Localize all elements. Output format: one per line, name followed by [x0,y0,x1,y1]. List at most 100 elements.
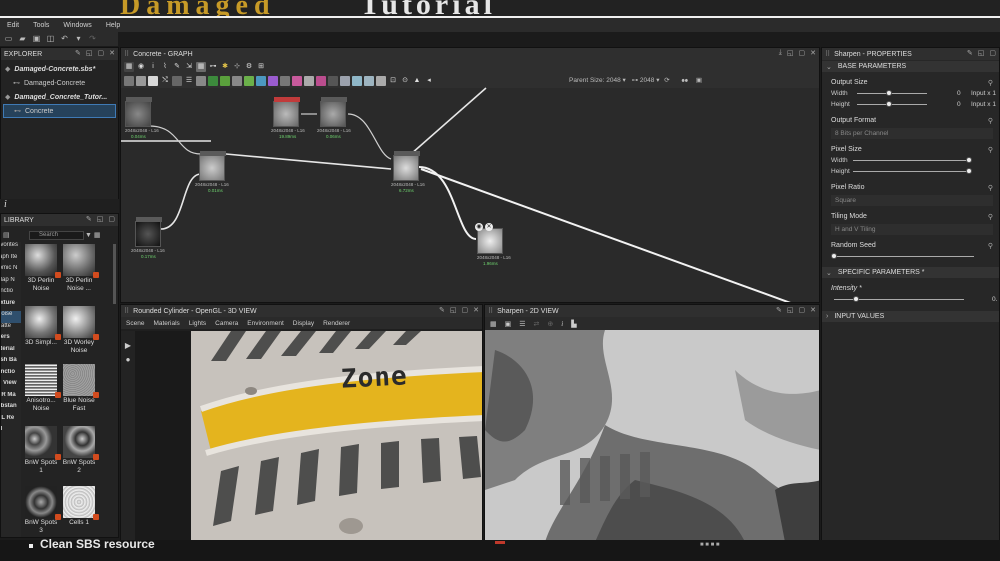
library-tile[interactable]: Cells 1 [61,486,99,527]
sharpen-node[interactable]: ◉ ✕ [475,223,503,254]
wrench-icon[interactable]: ⚙ [244,62,254,72]
link-param-icon[interactable]: ⚲ [988,117,993,125]
graph-node[interactable] [135,217,162,247]
library-search-input[interactable]: Search [29,231,84,240]
random-seed-slider[interactable] [834,256,974,257]
new-file-icon[interactable]: ▭ [4,35,13,43]
redo-icon[interactable]: ↷ [88,35,97,43]
category-item[interactable]: lters [1,334,21,346]
category-item[interactable]: unctio [1,288,21,300]
align-icon[interactable]: ⇲ [184,62,194,72]
category-item[interactable]: avorites [1,242,21,254]
slider-knob[interactable] [966,157,972,163]
drag-handle-icon[interactable]: ⠿ [124,50,129,58]
close-icon[interactable]: ✕ [485,223,493,231]
library-tile[interactable]: BnW Spots 1 [23,426,61,475]
category-item[interactable]: dl [1,426,21,438]
link-param-icon[interactable]: ⚲ [988,213,993,221]
library-tile[interactable]: Anisotro... Noise [23,364,61,413]
chevron-down-icon[interactable]: ▾ [74,35,83,43]
pixel-height-slider[interactable] [853,171,969,172]
frame-icon[interactable]: ▦ [124,62,134,72]
camera-icon[interactable]: ◉ [136,62,146,72]
menu-renderer[interactable]: Renderer [323,320,350,327]
library-scrollbar[interactable] [113,244,116,304]
menu-edit[interactable]: Edit [0,22,26,29]
3d-viewport[interactable]: Zone [191,331,482,540]
close-icon[interactable]: ✕ [109,49,115,57]
height-mode[interactable]: Input x 1 [971,99,996,110]
height-value[interactable]: 0 [957,99,961,110]
graph-node[interactable] [125,97,152,127]
menu-camera[interactable]: Camera [215,320,238,327]
pin-icon[interactable]: ✎ [439,306,445,314]
category-item-noise[interactable]: Noise [1,311,21,323]
menu-tools[interactable]: Tools [26,22,56,29]
tiling-mode-dropdown[interactable]: H and V Tiling [831,224,993,235]
category-item[interactable]: tomic N [1,265,21,277]
slider-knob[interactable] [831,253,837,259]
float-icon[interactable]: ◱ [787,49,794,57]
bookmark-icon[interactable]: ◉ [475,223,483,231]
float-icon[interactable]: ◱ [450,306,457,314]
download-icon[interactable]: ⤓ [779,49,782,57]
category-item[interactable]: Map N [1,277,21,289]
graph-node[interactable] [393,151,420,181]
category-item[interactable]: raph Ite [1,254,21,266]
drag-handle-icon[interactable]: ⠿ [488,307,493,315]
menu-windows[interactable]: Windows [56,22,98,29]
video-camera-icon[interactable]: ▶ [121,341,135,350]
intensity-value[interactable]: 0. [992,294,997,305]
maximize-icon[interactable]: ▢ [799,306,806,314]
float-icon[interactable]: ◱ [787,306,794,314]
pin-icon[interactable]: ✎ [967,49,973,57]
graph-node[interactable] [199,151,226,181]
input-values-section[interactable]: › INPUT VALUES [822,311,999,322]
2d-viewport[interactable] [485,330,819,540]
layers-icon[interactable]: ☰ [519,320,525,328]
explorer-item-package-2[interactable]: ◆ Damaged_Concrete_Tutor... [1,90,118,104]
close-icon[interactable]: ✕ [810,49,816,57]
library-tile[interactable]: 3D Simpl... [23,306,61,347]
slider-knob[interactable] [966,168,972,174]
maximize-icon[interactable]: ▢ [799,49,806,57]
info-icon[interactable]: i [148,62,158,72]
graph-canvas[interactable]: 2048x2048 - L16 0.04ms 2048x2048 - L16 0… [121,74,819,302]
library-tile[interactable]: 3D Perlin Noise [23,244,61,293]
pixel-ratio-dropdown[interactable]: Square [831,195,993,206]
link-param-icon[interactable]: ⚲ [988,79,993,87]
menu-lights[interactable]: Lights [189,320,206,327]
output-height-slider[interactable] [857,104,927,105]
category-item[interactable]: D View [1,380,21,392]
float-icon[interactable]: ◱ [978,49,985,57]
channels-icon[interactable]: ⇄ [534,320,540,328]
histogram-icon[interactable]: ▙ [571,320,576,328]
drag-handle-icon[interactable]: ⠿ [124,307,129,315]
base-parameters-section[interactable]: ⌄ BASE PARAMETERS [822,61,999,72]
save-icon[interactable]: ▣ [32,35,41,43]
menu-scene[interactable]: Scene [126,320,144,327]
menu-help[interactable]: Help [99,22,127,29]
category-item[interactable]: exture [1,300,21,312]
link-param-icon[interactable]: ⚲ [988,184,993,192]
close-icon[interactable]: ✕ [473,306,479,314]
category-item[interactable]: aterial [1,346,21,358]
funnel-icon[interactable]: ▼ ▦ [85,231,101,239]
output-width-slider[interactable] [857,93,927,94]
explorer-item-package-1[interactable]: ◆ Damaged-Concrete.sbs* [1,62,118,76]
menu-materials[interactable]: Materials [153,320,179,327]
menu-display[interactable]: Display [293,320,314,327]
pin-icon[interactable]: ✎ [75,49,81,57]
filter-icon[interactable]: ▤ [3,231,10,239]
zoom-icon[interactable]: ⊕ [547,320,553,328]
curve-icon[interactable]: ⌇ [160,62,170,72]
frame-tool-icon[interactable]: ⊹ [232,62,242,72]
menu-environment[interactable]: Environment [247,320,284,327]
link-param-icon[interactable]: ⚲ [988,242,993,250]
comment-icon[interactable]: ✱ [220,62,230,72]
width-mode[interactable]: Input x 1 [971,88,996,99]
library-tile[interactable]: BnW Spots 3 [23,486,61,535]
float-icon[interactable]: ◱ [86,49,93,57]
maximize-icon[interactable]: ▢ [462,306,469,314]
explorer-item-graph-concrete[interactable]: ⊷ Concrete [3,104,116,118]
